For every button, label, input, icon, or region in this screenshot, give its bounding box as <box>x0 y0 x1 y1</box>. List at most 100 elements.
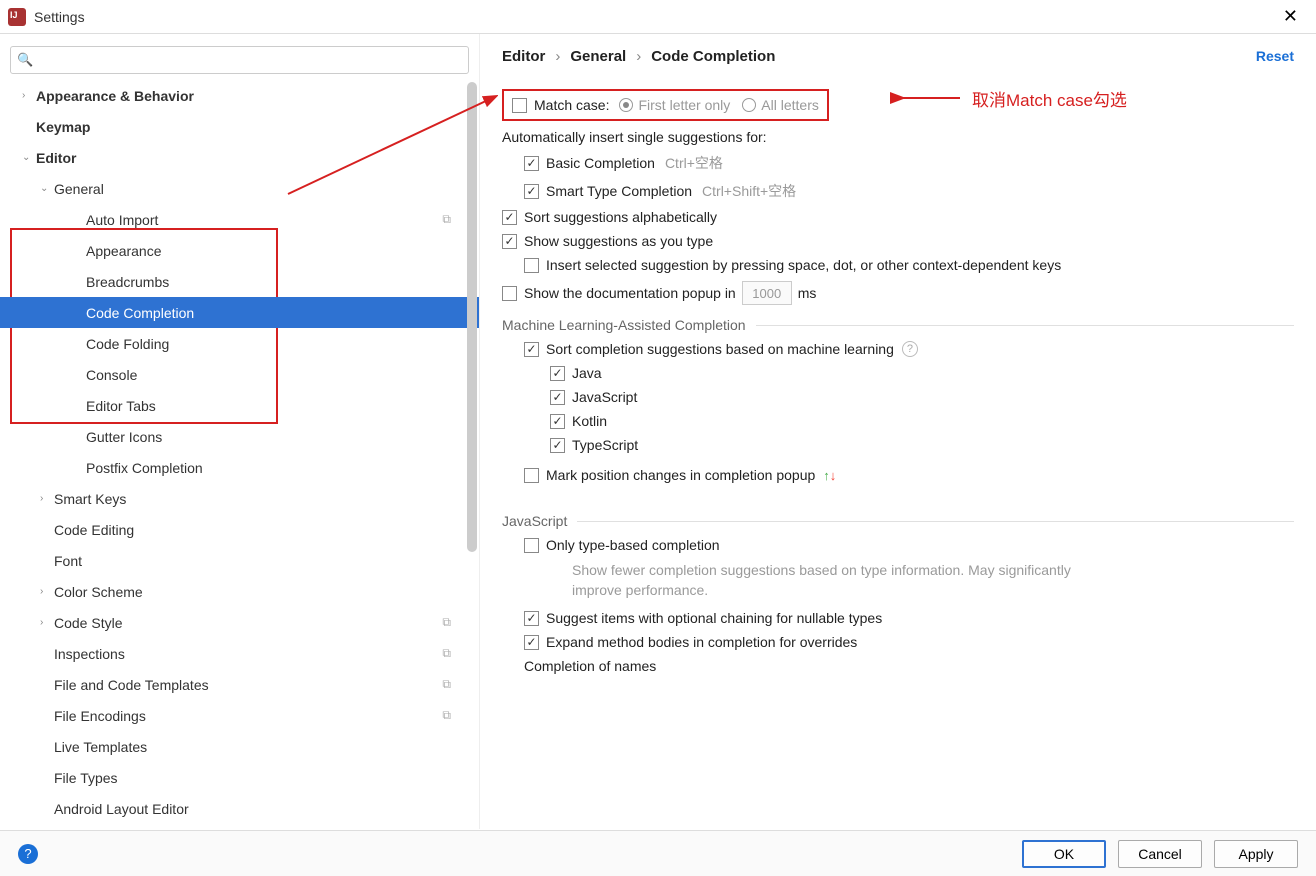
breadcrumb-editor[interactable]: Editor <box>502 48 545 65</box>
reset-link[interactable]: Reset <box>1256 48 1294 64</box>
sidebar-item-code-completion[interactable]: Code Completion <box>0 297 479 328</box>
smart-completion-label: Smart Type Completion <box>546 183 692 199</box>
titlebar: Settings ✕ <box>0 0 1316 34</box>
sidebar-item-label: Breadcrumbs <box>86 274 169 290</box>
mark-position-label: Mark position changes in completion popu… <box>546 467 815 483</box>
match-case-highlight: Match case: First letter only All letter… <box>502 89 829 121</box>
sidebar-item-label: Android Layout Editor <box>54 801 189 817</box>
sidebar-item-code-style[interactable]: ›Code Style⧉ <box>0 607 479 638</box>
search-input[interactable] <box>37 53 462 68</box>
doc-delay-input[interactable] <box>742 281 792 305</box>
ok-button[interactable]: OK <box>1022 840 1106 868</box>
only-type-checkbox[interactable] <box>524 538 539 553</box>
all-letters-label: All letters <box>761 97 819 113</box>
sidebar-item-smart-keys[interactable]: ›Smart Keys <box>0 483 479 514</box>
sidebar-item-color-scheme[interactable]: ›Color Scheme <box>0 576 479 607</box>
sidebar-item-label: Editor Tabs <box>86 398 156 414</box>
divider <box>756 325 1294 326</box>
sidebar-item-label: File and Code Templates <box>54 677 209 693</box>
sidebar-item-code-editing[interactable]: Code Editing <box>0 514 479 545</box>
basic-shortcut: Ctrl+空格 <box>665 153 723 173</box>
sidebar-item-label: Smart Keys <box>54 491 126 507</box>
sidebar-item-appearance[interactable]: Appearance <box>0 235 479 266</box>
chevron-icon: ⌄ <box>22 152 36 163</box>
sidebar-item-keymap[interactable]: Keymap <box>0 111 479 142</box>
sidebar-item-editor-tabs[interactable]: Editor Tabs <box>0 390 479 421</box>
sidebar-item-android-layout-editor[interactable]: Android Layout Editor <box>0 793 479 824</box>
close-icon[interactable]: ✕ <box>1273 2 1308 31</box>
sidebar-item-label: Color Scheme <box>54 584 143 600</box>
bottom-bar: ? OK Cancel Apply <box>0 830 1316 876</box>
all-letters-radio[interactable] <box>742 98 756 112</box>
sidebar-item-file-encodings[interactable]: File Encodings⧉ <box>0 700 479 731</box>
sidebar-item-label: Appearance <box>86 243 162 259</box>
breadcrumb: Editor › General › Code Completion <box>502 48 1294 65</box>
up-down-icon: ↑↓ <box>823 468 836 483</box>
expand-method-checkbox[interactable] <box>524 635 539 650</box>
chevron-icon: › <box>40 617 54 628</box>
basic-completion-checkbox[interactable] <box>524 156 539 171</box>
javascript-label: JavaScript <box>572 389 637 405</box>
kotlin-label: Kotlin <box>572 413 607 429</box>
main-panel: Editor › General › Code Completion Reset… <box>480 34 1316 829</box>
sidebar-item-label: Postfix Completion <box>86 460 203 476</box>
chevron-icon: › <box>40 493 54 504</box>
breadcrumb-general[interactable]: General <box>570 48 626 65</box>
copy-icon: ⧉ <box>442 708 451 723</box>
java-checkbox[interactable] <box>550 366 565 381</box>
smart-completion-checkbox[interactable] <box>524 184 539 199</box>
sidebar-item-font[interactable]: Font <box>0 545 479 576</box>
cancel-button[interactable]: Cancel <box>1118 840 1202 868</box>
javascript-checkbox[interactable] <box>550 390 565 405</box>
insert-space-checkbox[interactable] <box>524 258 539 273</box>
sidebar-item-postfix-completion[interactable]: Postfix Completion <box>0 452 479 483</box>
scrollbar[interactable] <box>467 82 477 552</box>
sidebar-item-code-folding[interactable]: Code Folding <box>0 328 479 359</box>
sidebar-item-label: Code Style <box>54 615 122 631</box>
chevron-icon: ⌄ <box>40 183 54 194</box>
sidebar-item-auto-import[interactable]: Auto Import⧉ <box>0 204 479 235</box>
ml-sort-label: Sort completion suggestions based on mac… <box>546 341 894 357</box>
suggest-optional-checkbox[interactable] <box>524 611 539 626</box>
match-case-checkbox[interactable] <box>512 98 527 113</box>
first-letter-radio[interactable] <box>619 98 633 112</box>
chevron-icon: › <box>22 90 36 101</box>
sidebar-item-editor[interactable]: ⌄Editor <box>0 142 479 173</box>
app-icon <box>8 8 26 26</box>
sidebar-item-file-and-code-templates[interactable]: File and Code Templates⧉ <box>0 669 479 700</box>
sidebar-item-label: Live Templates <box>54 739 147 755</box>
sidebar-item-appearance-behavior[interactable]: ›Appearance & Behavior <box>0 80 479 111</box>
match-case-label: Match case: <box>534 97 609 113</box>
only-type-label: Only type-based completion <box>546 537 720 553</box>
chevron-icon: › <box>40 586 54 597</box>
show-as-type-checkbox[interactable] <box>502 234 517 249</box>
sidebar-item-label: File Types <box>54 770 118 786</box>
typescript-label: TypeScript <box>572 437 638 453</box>
search-box[interactable]: 🔍 <box>10 46 469 74</box>
help-icon[interactable]: ? <box>902 341 918 357</box>
chevron-right-icon: › <box>555 48 560 65</box>
apply-button[interactable]: Apply <box>1214 840 1298 868</box>
breadcrumb-current: Code Completion <box>651 48 775 65</box>
sidebar-item-live-templates[interactable]: Live Templates <box>0 731 479 762</box>
sidebar-item-label: Appearance & Behavior <box>36 88 194 104</box>
typescript-checkbox[interactable] <box>550 438 565 453</box>
sidebar-item-gutter-icons[interactable]: Gutter Icons <box>0 421 479 452</box>
sort-alpha-checkbox[interactable] <box>502 210 517 225</box>
kotlin-checkbox[interactable] <box>550 414 565 429</box>
basic-completion-label: Basic Completion <box>546 155 655 171</box>
sidebar-item-console[interactable]: Console <box>0 359 479 390</box>
smart-shortcut: Ctrl+Shift+空格 <box>702 181 796 201</box>
show-doc-checkbox[interactable] <box>502 286 517 301</box>
sidebar-item-label: Gutter Icons <box>86 429 162 445</box>
ml-sort-checkbox[interactable] <box>524 342 539 357</box>
search-icon: 🔍 <box>17 52 33 68</box>
help-button[interactable]: ? <box>18 844 38 864</box>
sidebar-item-label: Code Completion <box>86 305 194 321</box>
sidebar-item-breadcrumbs[interactable]: Breadcrumbs <box>0 266 479 297</box>
sidebar-item-inspections[interactable]: Inspections⧉ <box>0 638 479 669</box>
mark-position-checkbox[interactable] <box>524 468 539 483</box>
sidebar-item-general[interactable]: ⌄General <box>0 173 479 204</box>
sidebar-item-file-types[interactable]: File Types <box>0 762 479 793</box>
sidebar: 🔍 ›Appearance & BehaviorKeymap⌄Editor⌄Ge… <box>0 34 480 829</box>
